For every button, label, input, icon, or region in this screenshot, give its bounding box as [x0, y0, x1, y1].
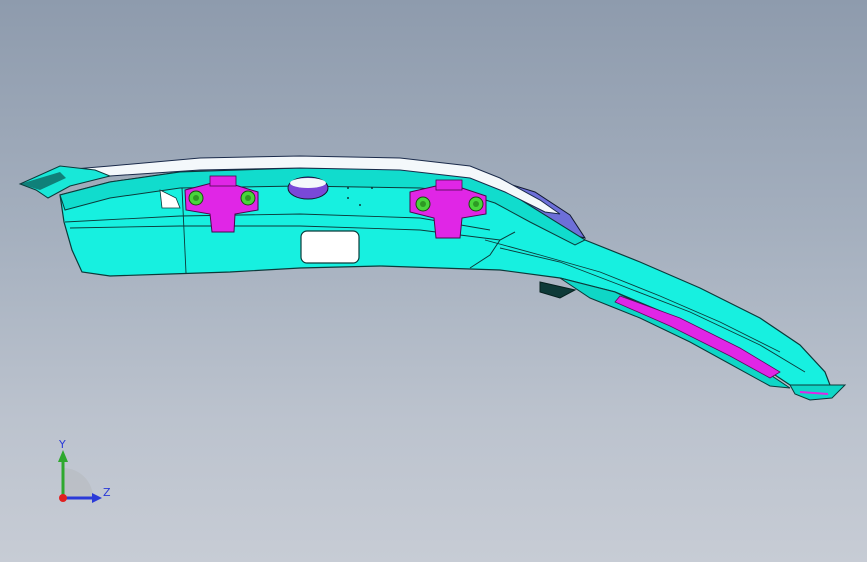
orientation-triad[interactable]: Y Z	[40, 438, 120, 508]
x-axis-dot	[59, 494, 67, 502]
rect-cutout	[300, 230, 360, 264]
z-axis-label: Z	[103, 486, 111, 499]
graphics-viewport[interactable]: Y Z	[0, 0, 867, 562]
cad-model[interactable]	[0, 0, 867, 562]
y-axis-arrow	[58, 450, 68, 462]
y-axis-label: Y	[58, 438, 66, 451]
oval-hole-inner	[290, 178, 326, 188]
z-axis-arrow	[92, 493, 102, 503]
triad-quadrant	[63, 468, 93, 498]
